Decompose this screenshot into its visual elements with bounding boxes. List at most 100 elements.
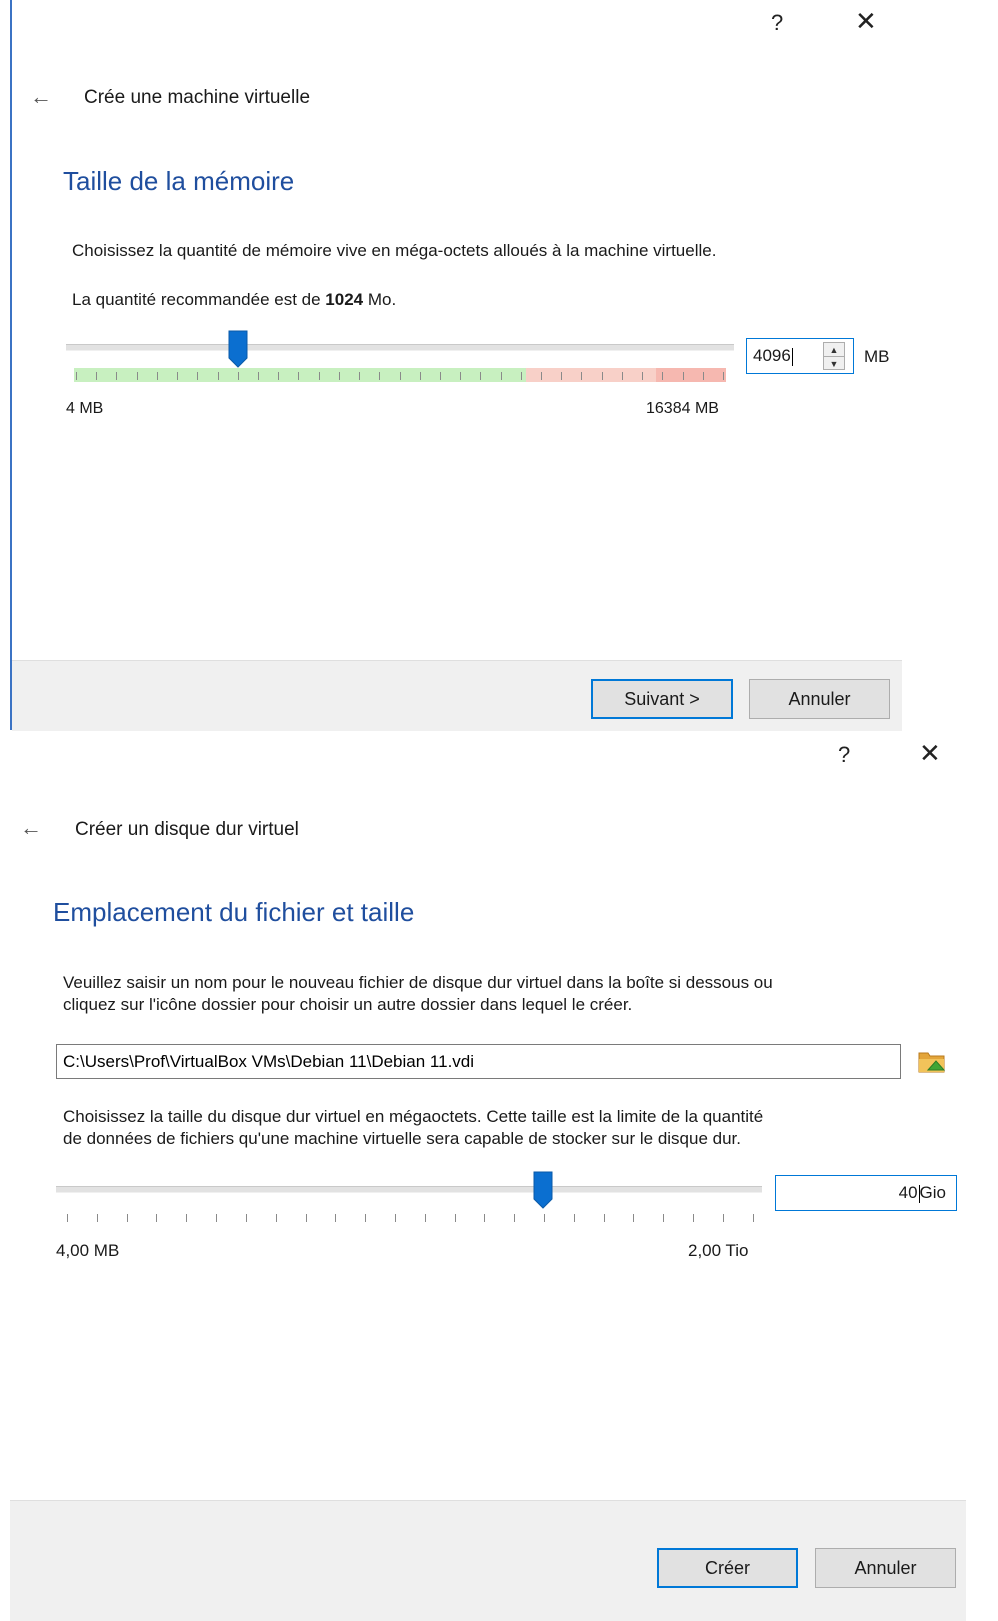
disk-slider-ticks (67, 1214, 754, 1222)
slider-tick (514, 1214, 516, 1222)
wizard-title: Créer un disque dur virtuel (75, 819, 299, 840)
spin-up-icon[interactable]: ▲ (824, 343, 844, 357)
slider-tick (96, 372, 98, 380)
recommend-suffix: Mo. (367, 290, 397, 309)
page-heading: Taille de la mémoire (63, 166, 295, 196)
slider-tick (752, 1214, 754, 1222)
slider-tick (520, 372, 522, 380)
slider-tick (424, 1214, 426, 1222)
slider-tick (217, 372, 219, 380)
slider-tick (67, 1214, 68, 1222)
slider-tick (136, 372, 138, 380)
size-description: Choisissez la taille du disque dur virtu… (63, 1106, 763, 1150)
slider-tick (245, 1214, 247, 1222)
slider-tick (544, 1214, 545, 1222)
slider-tick (561, 372, 563, 380)
memory-size-input[interactable]: 4096 ▲ ▼ (746, 338, 854, 374)
slider-tick (394, 1214, 396, 1222)
create-button[interactable]: Créer (657, 1548, 798, 1588)
slider-tick (237, 372, 239, 380)
slider-tick (439, 372, 441, 380)
slider-tick (573, 1214, 575, 1222)
disk-size-input[interactable]: 40 Gio (775, 1175, 957, 1211)
disk-size-unit: Gio (919, 1183, 946, 1202)
disk-size-value: 40 (898, 1183, 918, 1202)
file-path-input[interactable] (56, 1044, 901, 1079)
disk-min-label: 4,00 MB (56, 1241, 120, 1260)
memory-recommendation: La quantité recommandée est de 1024 Mo. (72, 289, 396, 311)
back-arrow-icon[interactable]: ← (20, 815, 42, 841)
slider-tick (379, 372, 381, 380)
file-description-line2: cliquez sur l'icône dossier pour choisir… (63, 995, 633, 1014)
disk-max-label: 2,00 Tio (688, 1241, 749, 1260)
file-description-line1: Veuillez saisir un nom pour le nouveau f… (63, 973, 773, 992)
memory-min-label: 4 MB (66, 400, 104, 417)
close-icon[interactable]: ✕ (919, 738, 941, 769)
slider-tick (126, 1214, 128, 1222)
slider-tick (298, 372, 300, 380)
slider-tick (603, 1214, 605, 1222)
file-description: Veuillez saisir un nom pour le nouveau f… (63, 972, 773, 1016)
memory-description: Choisissez la quantité de mémoire vive e… (72, 241, 717, 260)
slider-tick (500, 372, 502, 380)
slider-tick (601, 372, 603, 380)
slider-tick (662, 372, 664, 380)
disk-slider-track[interactable] (56, 1186, 762, 1193)
memory-slider-ticks (76, 372, 724, 380)
slider-tick (682, 372, 684, 380)
slider-tick (541, 372, 543, 380)
slider-tick (156, 1214, 158, 1222)
folder-icon[interactable] (917, 1046, 947, 1076)
recommend-prefix: La quantité recommandée est de (72, 290, 321, 309)
slider-tick (257, 372, 259, 380)
slider-tick (633, 1214, 635, 1222)
memory-slider-handle[interactable] (228, 330, 248, 368)
next-button[interactable]: Suivant > (591, 679, 733, 719)
memory-size-value: 4096 (753, 346, 791, 365)
slider-tick (216, 1214, 218, 1222)
slider-tick (186, 1214, 188, 1222)
slider-tick (642, 372, 644, 380)
recommend-value: 1024 (325, 290, 364, 309)
slider-tick (365, 1214, 367, 1222)
slider-tick (722, 1214, 724, 1222)
close-icon[interactable]: ✕ (855, 6, 877, 37)
memory-slider-track[interactable] (66, 344, 734, 351)
slider-tick (702, 372, 704, 380)
text-cursor (791, 347, 793, 366)
slider-tick (621, 372, 623, 380)
slider-tick (399, 372, 401, 380)
back-arrow-icon[interactable]: ← (30, 84, 52, 110)
slider-tick (693, 1214, 695, 1222)
slider-tick (484, 1214, 486, 1222)
slider-tick (419, 372, 421, 380)
slider-tick (76, 372, 77, 380)
spin-down-icon[interactable]: ▼ (824, 357, 844, 370)
slider-tick (275, 1214, 277, 1222)
cancel-button[interactable]: Annuler (815, 1548, 956, 1588)
slider-tick (156, 372, 158, 380)
slider-tick (278, 372, 280, 380)
slider-tick (96, 1214, 98, 1222)
slider-tick (480, 372, 482, 380)
help-button[interactable]: ? (771, 10, 783, 36)
slider-tick (305, 1214, 307, 1222)
page-heading: Emplacement du fichier et taille (53, 897, 415, 927)
memory-spin-arrows[interactable]: ▲ ▼ (823, 342, 845, 370)
slider-tick (335, 1214, 337, 1222)
memory-unit-label: MB (864, 347, 890, 366)
slider-tick (581, 372, 583, 380)
slider-tick (454, 1214, 456, 1222)
cancel-button[interactable]: Annuler (749, 679, 890, 719)
slider-tick (197, 372, 199, 380)
memory-max-label: 16384 MB (646, 400, 719, 417)
slider-tick (338, 372, 340, 380)
slider-tick (460, 372, 462, 380)
slider-tick (116, 372, 118, 380)
help-button[interactable]: ? (838, 742, 850, 768)
disk-slider-handle[interactable] (533, 1171, 553, 1209)
slider-tick (723, 372, 724, 380)
slider-tick (359, 372, 361, 380)
slider-tick (663, 1214, 665, 1222)
window-left-border (10, 0, 12, 730)
